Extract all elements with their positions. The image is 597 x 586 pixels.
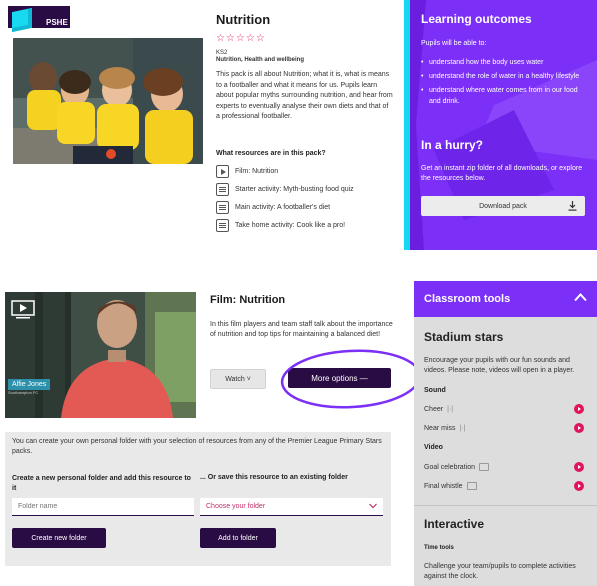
list-item[interactable]: Take home activity: Cook like a pro! [216, 216, 396, 234]
watch-button[interactable]: Watch ˅ [210, 369, 266, 389]
document-icon [216, 200, 229, 214]
video-row-final-whistle[interactable]: Final whistle [424, 480, 584, 492]
badge-label: PSHE [46, 18, 68, 27]
add-to-folder-button[interactable]: Add to folder [200, 528, 276, 548]
download-label: Download pack [479, 202, 527, 210]
rating-stars[interactable]: ☆☆☆☆☆ [216, 33, 266, 44]
download-pack-button[interactable]: Download pack [421, 196, 585, 216]
film-icon [216, 164, 229, 178]
page-title: Nutrition [216, 12, 271, 27]
list-item: understand how the body uses water [421, 57, 591, 68]
sound-label-text: Near miss [424, 424, 456, 432]
play-icon[interactable] [574, 462, 584, 472]
video-label-text: Goal celebration [424, 463, 475, 471]
video-screen-icon [478, 463, 489, 471]
highlight-circle [280, 349, 422, 409]
pack-description: This pack is all about Nutrition; what i… [216, 71, 393, 120]
hurry-title: In a hurry? [421, 138, 484, 152]
sound-row-near-miss[interactable]: Near miss |·| [424, 422, 584, 434]
pshe-badge: PSHE [8, 6, 70, 33]
resource-list: Film: Nutrition Starter activity: Myth-b… [216, 162, 396, 234]
resource-label: Film: Nutrition [235, 167, 279, 175]
resource-label: Main activity: A footballer's diet [235, 203, 331, 211]
play-icon[interactable] [574, 404, 584, 414]
video-label-text: Final whistle [424, 482, 463, 490]
interactive-title: Interactive [424, 517, 485, 531]
list-item: understand where water comes from in our… [421, 85, 591, 107]
list-item: understand the role of water in a health… [421, 71, 591, 82]
document-icon [216, 218, 229, 232]
children-photo [13, 38, 203, 164]
key-stage: KS2 [216, 50, 228, 56]
folder-intro: You can create your own personal folder … [12, 438, 382, 455]
list-item[interactable]: Film: Nutrition [216, 162, 396, 180]
folder-select[interactable]: Choose your folder [200, 498, 383, 516]
play-icon[interactable] [574, 423, 584, 433]
cube-icon [12, 7, 32, 33]
player-name-tag: Alfie Jones [8, 379, 51, 390]
create-folder-label: Create a new personal folder and add thi… [12, 475, 191, 492]
sound-row-cheer[interactable]: Cheer |·| [424, 403, 584, 415]
resources-heading: What resources are in this pack? [216, 150, 326, 157]
divider [414, 505, 597, 506]
download-icon [568, 201, 577, 211]
chevron-up-icon[interactable] [574, 293, 587, 302]
film-title: Film: Nutrition [210, 294, 286, 306]
sound-wave-icon: |·| [447, 405, 454, 413]
outcomes-list: understand how the body uses water under… [421, 57, 591, 110]
film-description: In this film players and team staff talk… [210, 321, 393, 338]
folder-name-input[interactable] [12, 498, 194, 516]
sound-label: Sound [424, 387, 446, 394]
stadium-stars-description: Encourage your pupils with our fun sound… [424, 357, 575, 374]
time-tools-label: Time tools [424, 545, 454, 551]
player-club: Southampton FC [8, 390, 39, 395]
classroom-tools-title: Classroom tools [424, 293, 511, 305]
video-screen-icon [466, 482, 477, 490]
video-row-goal[interactable]: Goal celebration [424, 461, 584, 473]
list-item[interactable]: Starter activity: Myth-busting food quiz [216, 180, 396, 198]
subject-tags: Nutrition, Health and wellbeing [216, 57, 305, 63]
chevron-down-icon [369, 503, 377, 509]
list-item[interactable]: Main activity: A footballer's diet [216, 198, 396, 216]
outcomes-intro: Pupils will be able to: [421, 40, 487, 47]
quiz-icon [216, 182, 229, 196]
outcomes-title: Learning outcomes [421, 12, 532, 26]
folder-select-value: Choose your folder [206, 503, 266, 510]
resource-label: Take home activity: Cook like a pro! [235, 221, 346, 229]
video-icon [11, 300, 35, 319]
sound-wave-icon: |·| [459, 424, 466, 432]
hurry-text: Get an instant zip folder of all downloa… [421, 165, 583, 182]
create-folder-button[interactable]: Create new folder [12, 528, 106, 548]
save-folder-label: ... Or save this resource to an existing… [200, 474, 348, 481]
stadium-stars-title: Stadium stars [424, 330, 504, 344]
resource-label: Starter activity: Myth-busting food quiz [235, 185, 354, 193]
video-label: Video [424, 444, 443, 451]
sound-label-text: Cheer [424, 405, 444, 413]
play-icon[interactable] [574, 481, 584, 491]
time-tools-description: Challenge your team/pupils to complete a… [424, 563, 576, 580]
